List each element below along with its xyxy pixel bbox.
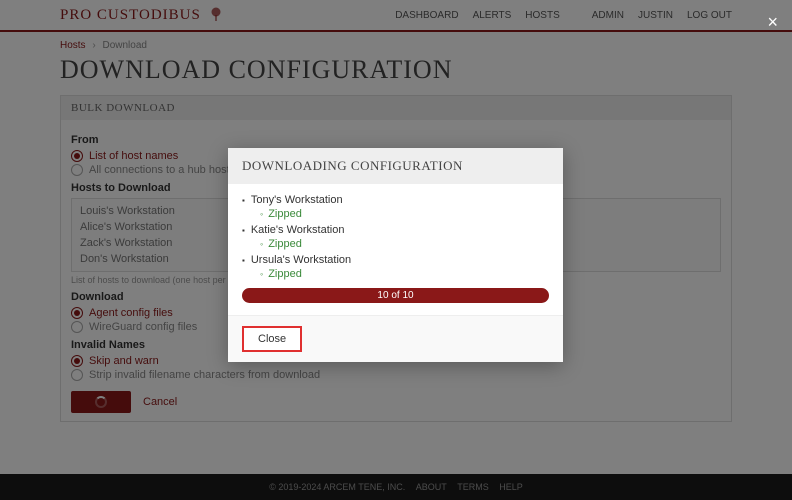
- close-button[interactable]: Close: [242, 326, 302, 352]
- status-label: Zipped: [260, 208, 549, 220]
- list-item: Katie's Workstation: [242, 224, 549, 236]
- download-modal: DOWNLOADING CONFIGURATION Tony's Worksta…: [228, 148, 563, 362]
- modal-body: Tony's Workstation Zipped Katie's Workst…: [228, 184, 563, 284]
- list-item: Tony's Workstation: [242, 194, 549, 206]
- close-icon[interactable]: ×: [767, 12, 778, 33]
- modal-title: DOWNLOADING CONFIGURATION: [228, 148, 563, 184]
- status-label: Zipped: [260, 268, 549, 280]
- list-item: Ursula's Workstation: [242, 254, 549, 266]
- progress-bar: 10 of 10: [242, 288, 549, 303]
- status-label: Zipped: [260, 238, 549, 250]
